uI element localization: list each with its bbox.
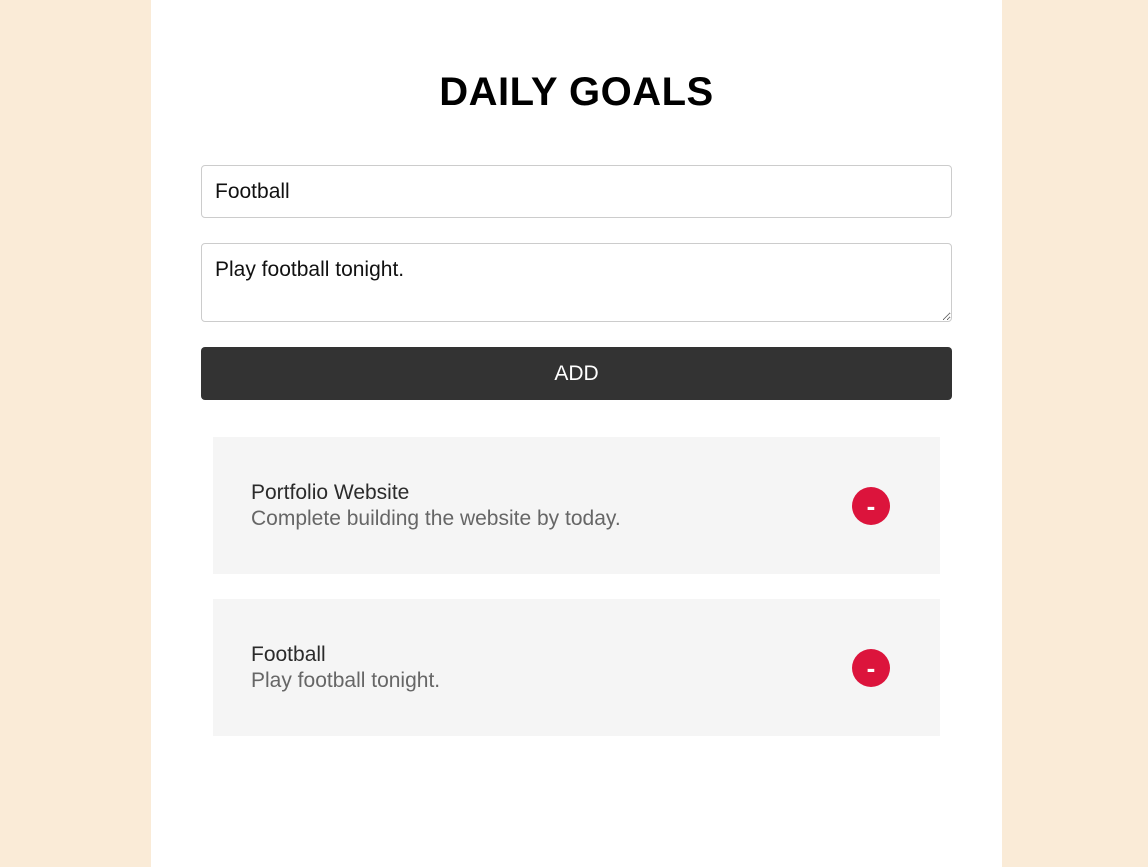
- goal-text: Football Play football tonight.: [251, 642, 811, 694]
- remove-goal-button[interactable]: -: [852, 649, 890, 687]
- goal-description: Complete building the website by today.: [251, 507, 621, 530]
- goal-card: Football Play football tonight. -: [213, 599, 940, 736]
- remove-goal-button[interactable]: -: [852, 487, 890, 525]
- goal-card: Portfolio Website Complete building the …: [213, 437, 940, 574]
- goal-description: Play football tonight.: [251, 669, 441, 692]
- page-title: DAILY GOALS: [439, 70, 714, 114]
- add-button[interactable]: ADD: [201, 347, 952, 400]
- goal-title-input[interactable]: [201, 165, 952, 218]
- goal-title: Portfolio Website: [251, 481, 410, 504]
- goal-text: Portfolio Website Complete building the …: [251, 480, 811, 532]
- main-panel: DAILY GOALS Play football tonight. ADD P…: [151, 0, 1002, 867]
- goal-title: Football: [251, 643, 326, 666]
- goal-description-textarea[interactable]: Play football tonight.: [201, 243, 952, 322]
- add-goal-form: Play football tonight. ADD: [201, 165, 952, 400]
